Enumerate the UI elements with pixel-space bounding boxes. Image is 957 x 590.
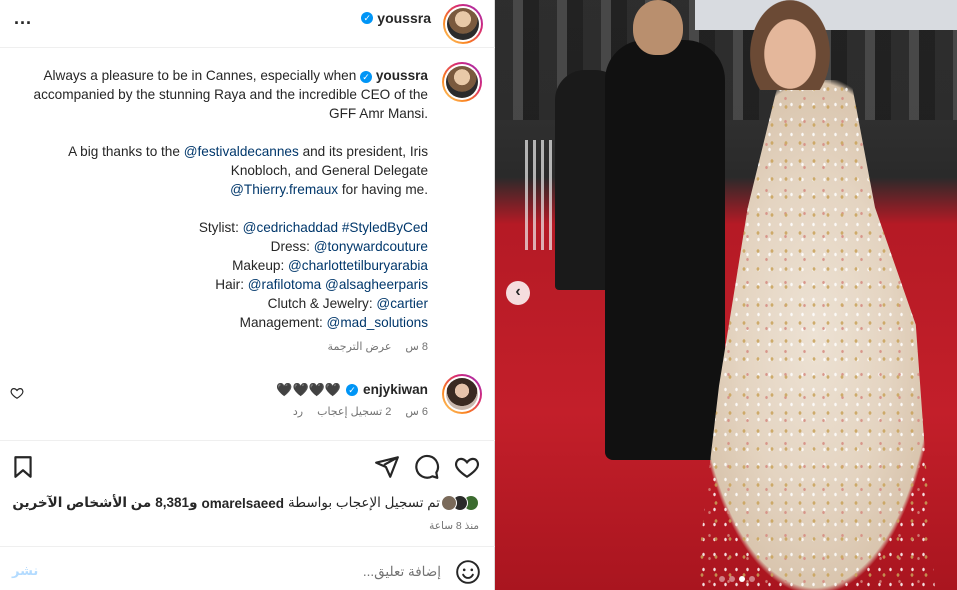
likes-suffix[interactable]: من الأشخاص الآخرين bbox=[12, 495, 151, 511]
carousel-dot bbox=[729, 576, 735, 582]
likes-summary[interactable]: تم تسجيل الإعجاب بواسطة omarelsaeed و8,3… bbox=[12, 495, 479, 511]
verified-badge-icon: ✓ bbox=[346, 383, 359, 396]
credit-label: Hair: bbox=[215, 277, 244, 292]
profile-photo-icon bbox=[447, 8, 479, 40]
likes-count[interactable]: 8,381 bbox=[155, 495, 189, 510]
comment-meta: 6 س 2 تسجيل إعجاب رد bbox=[293, 405, 428, 418]
post-comment-button[interactable]: نشر bbox=[12, 563, 38, 579]
comment: 🖤🖤🖤🖤 ✓ enjykiwan bbox=[276, 380, 428, 399]
comment-icon[interactable] bbox=[414, 454, 440, 480]
caption-text: Always a pleasure to be in Cannes, espec… bbox=[43, 68, 357, 83]
mention-link[interactable]: @Thierry.fremaux bbox=[230, 182, 338, 197]
liker-username[interactable]: omarelsaeed bbox=[201, 496, 284, 511]
caption-avatar[interactable] bbox=[442, 62, 482, 102]
comment-like-heart-icon[interactable] bbox=[10, 386, 24, 400]
photo-woman-figure bbox=[750, 0, 830, 90]
header-username[interactable]: ✓ youssra bbox=[361, 10, 431, 26]
credit-label: Dress: bbox=[270, 239, 310, 254]
see-translation-link[interactable]: عرض الترجمة bbox=[328, 340, 392, 353]
caption-time[interactable]: 8 س bbox=[405, 340, 428, 353]
credit-label: Management: bbox=[239, 315, 323, 330]
post-detail-panel: ... ✓ youssra Always a pleasure to be in… bbox=[0, 0, 495, 590]
comment-input[interactable] bbox=[61, 561, 441, 581]
credit-label: Clutch & Jewelry: bbox=[267, 296, 373, 311]
caption-text: GFF Amr Mansi. bbox=[329, 106, 428, 121]
bookmark-icon[interactable] bbox=[10, 454, 36, 480]
verified-badge-icon: ✓ bbox=[361, 12, 374, 24]
credit-line-stylist: Stylist: @cedrichaddad #StyledByCed bbox=[8, 218, 428, 237]
likes-and: و bbox=[189, 495, 198, 510]
mention-link[interactable]: @cedrichaddad bbox=[243, 220, 338, 235]
comment-avatar[interactable] bbox=[442, 374, 482, 414]
reply-button[interactable]: رد bbox=[293, 405, 303, 418]
comment-likes-count[interactable]: 2 تسجيل إعجاب bbox=[317, 405, 391, 418]
mention-link[interactable]: @charlottetilburyarabia bbox=[288, 258, 428, 273]
mention-link[interactable]: @festivaldecannes bbox=[184, 144, 299, 159]
caption-meta: 8 س عرض الترجمة bbox=[328, 340, 428, 353]
caption-text: A big thanks to the bbox=[68, 144, 180, 159]
caption-text: Knobloch, and General Delegate bbox=[230, 163, 428, 178]
hashtag-link[interactable]: #StyledByCed bbox=[342, 220, 428, 235]
header-avatar[interactable] bbox=[443, 4, 483, 44]
emoji-icon[interactable] bbox=[455, 559, 481, 585]
post-header: ... ✓ youssra bbox=[0, 0, 495, 48]
like-heart-icon[interactable] bbox=[454, 454, 480, 480]
post-photo[interactable]: ‹ bbox=[495, 0, 957, 590]
mention-link[interactable]: @alsagheerparis bbox=[325, 277, 428, 292]
credit-line-clutch: Clutch & Jewelry: @cartier bbox=[8, 294, 428, 313]
post-caption: Always a pleasure to be in Cannes, espec… bbox=[8, 66, 428, 332]
mention-link[interactable]: @rafilotoma bbox=[248, 277, 322, 292]
share-icon[interactable] bbox=[374, 454, 400, 480]
comment-text: 🖤🖤🖤🖤 bbox=[276, 382, 342, 397]
credit-line-dress: Dress: @tonywardcouture bbox=[8, 237, 428, 256]
previous-slide-chevron-left-icon[interactable]: ‹ bbox=[506, 281, 530, 305]
mention-link[interactable]: @mad_solutions bbox=[327, 315, 428, 330]
credit-line-hair: Hair: @rafilotoma @alsagheerparis bbox=[8, 275, 428, 294]
mention-link[interactable]: @cartier bbox=[376, 296, 428, 311]
comment-username[interactable]: enjykiwan bbox=[363, 380, 428, 399]
credit-line-makeup: Makeup: @charlottetilburyarabia bbox=[8, 256, 428, 275]
photo-man-figure bbox=[605, 40, 725, 460]
mention-link[interactable]: @tonywardcouture bbox=[314, 239, 428, 254]
profile-photo-icon bbox=[446, 378, 478, 410]
liker-avatar-icon bbox=[441, 495, 457, 511]
verified-badge-icon: ✓ bbox=[360, 71, 373, 83]
credit-label: Stylist: bbox=[198, 220, 239, 235]
caption-text: accompanied by the stunning Raya and the… bbox=[33, 87, 428, 102]
credit-line-management: Management: @mad_solutions bbox=[8, 313, 428, 332]
post-timestamp[interactable]: منذ 8 ساعة bbox=[429, 520, 479, 532]
comment-time[interactable]: 6 س bbox=[405, 405, 428, 418]
carousel-dot bbox=[739, 576, 745, 582]
add-comment-bar: نشر bbox=[0, 546, 495, 590]
caption-text: and its president, Iris bbox=[302, 144, 428, 159]
more-options-button[interactable]: ... bbox=[14, 9, 38, 28]
carousel-dot bbox=[719, 576, 725, 582]
profile-photo-icon bbox=[446, 66, 478, 98]
header-username-text: youssra bbox=[377, 10, 431, 26]
post-actions: تم تسجيل الإعجاب بواسطة omarelsaeed و8,3… bbox=[0, 440, 495, 546]
likes-prefix: تم تسجيل الإعجاب بواسطة bbox=[288, 495, 440, 510]
credit-label: Makeup: bbox=[232, 258, 285, 273]
caption-text: for having me. bbox=[341, 182, 428, 197]
carousel-dot bbox=[749, 576, 755, 582]
carousel-indicator bbox=[719, 576, 755, 582]
liker-avatars bbox=[441, 495, 479, 511]
caption-username[interactable]: youssra bbox=[376, 68, 428, 83]
